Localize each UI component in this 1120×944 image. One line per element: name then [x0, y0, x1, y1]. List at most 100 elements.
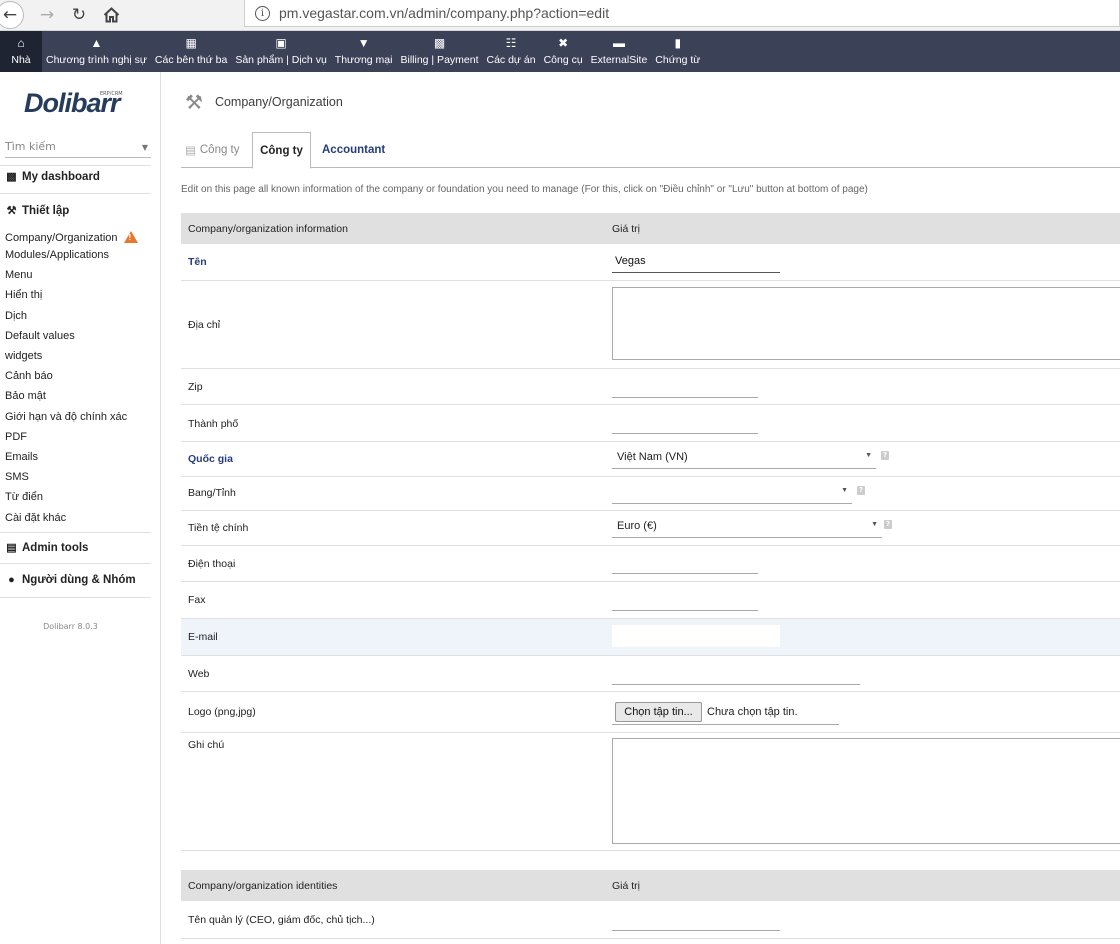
topmenu-externalsite[interactable]: ▬ ExternalSite: [587, 31, 652, 72]
sidebar-item-pdf[interactable]: PDF: [5, 431, 27, 443]
topmenu-home[interactable]: ⌂ Nhà: [0, 31, 42, 72]
browser-toolbar: ← → ↻ i pm.vegastar.com.vn/admin/company…: [0, 0, 1120, 31]
help-icon[interactable]: ?: [857, 486, 865, 495]
sidebar-item-other-setup[interactable]: Cài đặt khác: [5, 512, 66, 524]
users-icon: ●: [8, 574, 15, 586]
sidebar-setup[interactable]: ⚒ Thiết lập: [5, 204, 70, 218]
tab-company-view[interactable]: ▤ Công ty: [185, 132, 240, 168]
tie-icon: ▼: [357, 36, 370, 50]
topmenu-documents[interactable]: ▮ Chứng từ: [651, 31, 704, 72]
sidebar-dashboard[interactable]: ▩ My dashboard: [5, 170, 100, 184]
zip-input[interactable]: [612, 376, 758, 398]
email-input[interactable]: [612, 625, 780, 647]
name-input[interactable]: Vegas: [612, 252, 780, 273]
search-select[interactable]: Tìm kiếm ▼: [5, 138, 151, 158]
version-label: Dolibarr 8.0.3: [43, 622, 98, 631]
manager-input[interactable]: [612, 909, 780, 931]
table-row: Tiền tệ chính Euro (€) ▼ ?: [181, 511, 1120, 546]
sidebar-item-limits[interactable]: Giới hạn và độ chính xác: [5, 411, 127, 423]
sidebar-item-sms[interactable]: SMS: [5, 471, 29, 483]
book-icon: ▮: [674, 36, 682, 50]
sidebar-item-dictionaries[interactable]: Từ điển: [5, 491, 43, 503]
tools-icon: ⚒: [185, 90, 203, 114]
topmenu-thirdparties[interactable]: ▦ Các bên thứ ba: [151, 31, 231, 72]
currency-select[interactable]: Euro (€) ▼: [612, 516, 882, 538]
table-row: Địa chỉ: [181, 281, 1120, 369]
wrench-icon: ⚒: [6, 205, 17, 217]
cubes-icon: ▣: [275, 36, 287, 50]
sidebar-users-groups[interactable]: ● Người dùng & Nhóm: [5, 574, 135, 586]
city-input[interactable]: [612, 412, 758, 434]
divider: [0, 563, 151, 564]
topmenu-projects[interactable]: ☷ Các dự án: [483, 31, 540, 72]
sidebar-item-modules[interactable]: Modules/Applications: [5, 249, 109, 261]
divider: [0, 193, 151, 194]
table-row: Ghi chú: [181, 733, 1120, 851]
topmenu-commercial[interactable]: ▼ Thương mại: [331, 31, 397, 72]
page-title: Company/Organization: [214, 95, 343, 109]
chevron-down-icon: ▼: [865, 452, 872, 459]
table-row: Quốc gia Việt Nam (VN) ▼ ?: [181, 442, 1120, 477]
state-select[interactable]: ▼: [612, 482, 852, 504]
agenda-icon: ▲: [90, 36, 103, 50]
home-icon: ⌂: [17, 36, 25, 50]
page-header: ⚒ Company/Organization: [185, 90, 343, 114]
left-sidebar: Dolibarr ERP/CRM Tìm kiếm ▼ ▩ My dashboa…: [0, 72, 161, 944]
table-row: Zip: [181, 369, 1120, 405]
country-select[interactable]: Việt Nam (VN) ▼: [612, 447, 876, 469]
topmenu-agenda[interactable]: ▲ Chương trình nghị sự: [42, 31, 151, 72]
topmenu-tools[interactable]: ✖ Công cụ: [540, 31, 587, 72]
sidebar-item-emails[interactable]: Emails: [5, 451, 38, 463]
url-text: pm.vegastar.com.vn/admin/company.php?act…: [279, 5, 610, 21]
external-icon: ▬: [612, 36, 625, 50]
divider: [0, 597, 151, 598]
dolibarr-logo[interactable]: Dolibarr ERP/CRM: [24, 88, 123, 119]
chevron-down-icon: ▼: [841, 487, 848, 494]
note-textarea[interactable]: [612, 738, 1120, 844]
forward-arrow-icon[interactable]: →: [34, 2, 60, 28]
help-icon[interactable]: ?: [884, 520, 892, 529]
sidebar-admin-tools[interactable]: ▤ Admin tools: [5, 541, 88, 555]
web-input[interactable]: [612, 663, 860, 685]
top-menu: ⌂ Nhà ▲ Chương trình nghị sự ▦ Các bên t…: [0, 31, 1120, 72]
file-status: Chưa chọn tập tin.: [707, 706, 798, 718]
warning-icon: !: [123, 231, 138, 243]
divider: [0, 532, 151, 533]
table-row: Logo (png,jpg) Chọn tập tin... Chưa chọn…: [181, 692, 1120, 733]
sidebar-item-alerts[interactable]: Cảnh báo: [5, 370, 53, 382]
sidebar-item-company[interactable]: Company/Organization!: [5, 229, 138, 244]
tab-bar: ▤ Công ty Công ty Accountant: [181, 132, 1120, 169]
table-row: Điện thoại: [181, 546, 1120, 582]
sidebar-item-menu[interactable]: Menu: [5, 269, 33, 281]
sidebar-item-display[interactable]: Hiển thị: [5, 289, 42, 301]
server-icon: ▤: [6, 542, 17, 554]
sidebar-item-translation[interactable]: Dịch: [5, 310, 27, 322]
tab-accountant[interactable]: Accountant: [322, 132, 385, 168]
topmenu-products[interactable]: ▣ Sản phẩm | Dịch vụ: [231, 31, 330, 72]
table-header: Company/organization identities Giá trị: [181, 870, 1120, 901]
address-bar[interactable]: i pm.vegastar.com.vn/admin/company.php?a…: [244, 0, 1120, 27]
help-icon[interactable]: ?: [881, 451, 889, 460]
back-arrow-icon[interactable]: ←: [0, 1, 24, 29]
table-row: Thành phố: [181, 405, 1120, 442]
bar-chart-icon: ▩: [6, 171, 17, 183]
table-row: Bang/Tỉnh ▼ ?: [181, 477, 1120, 511]
sitemap-icon: ☷: [505, 36, 517, 50]
address-textarea[interactable]: [612, 287, 1120, 360]
choose-file-button[interactable]: Chọn tập tin...: [615, 702, 702, 722]
table-row: Tên Vegas: [181, 244, 1120, 281]
tab-company-edit[interactable]: Công ty: [252, 132, 311, 169]
sidebar-item-widgets[interactable]: widgets: [5, 350, 42, 362]
site-info-icon[interactable]: i: [255, 5, 270, 21]
chevron-down-icon: ▼: [871, 521, 878, 528]
topmenu-billing[interactable]: ▩ Billing | Payment: [396, 31, 482, 72]
browser-home-icon[interactable]: [98, 2, 124, 28]
sidebar-item-security[interactable]: Bảo mật: [5, 390, 46, 402]
phone-input[interactable]: [612, 552, 758, 574]
reload-icon[interactable]: ↻: [66, 2, 92, 28]
table-header: Company/organization information Giá trị: [181, 213, 1120, 244]
table-row: E-mail: [181, 619, 1120, 656]
table-row: Tên quản lý (CEO, giám đốc, chủ tịch...): [181, 901, 1120, 939]
sidebar-item-default-values[interactable]: Default values: [5, 330, 75, 342]
fax-input[interactable]: [612, 589, 758, 611]
